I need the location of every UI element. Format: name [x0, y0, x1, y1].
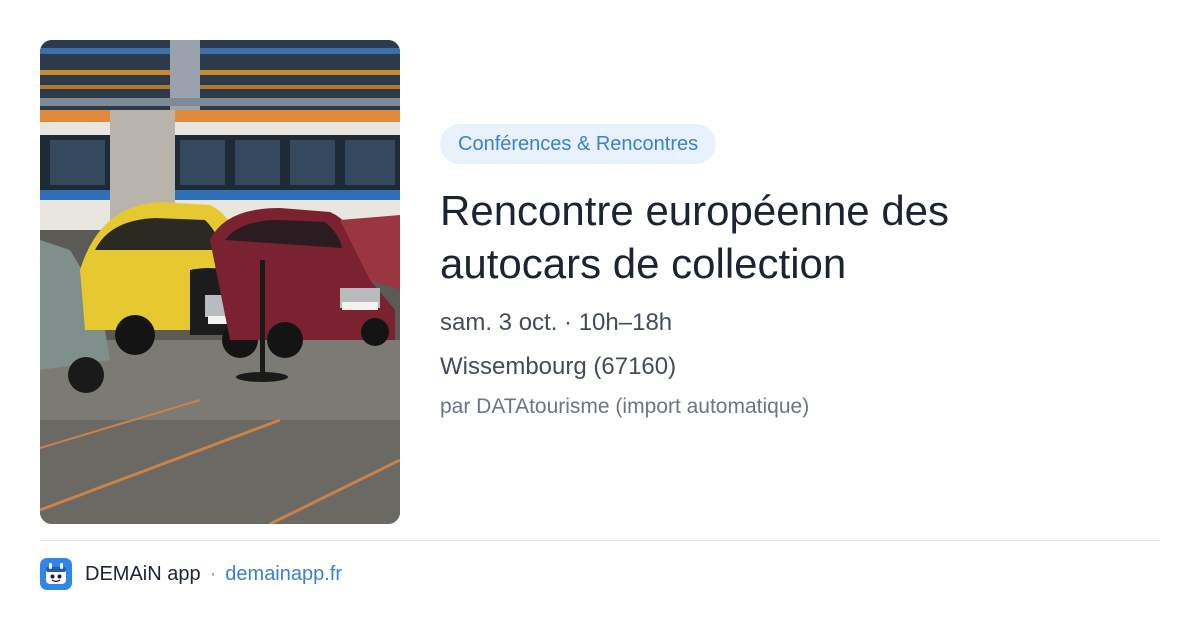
event-photo	[40, 40, 400, 524]
event-info: Conférences & Rencontres Rencontre europ…	[440, 124, 1160, 420]
app-name: DEMAiN app	[85, 562, 201, 585]
event-location: Wissembourg (67160)	[440, 353, 677, 380]
category-badge[interactable]: Conférences & Rencontres	[440, 124, 717, 164]
footer-separator: ·	[209, 562, 217, 585]
event-source: par DATAtourisme (import automatique)	[440, 395, 810, 418]
demain-app-icon[interactable]	[40, 558, 72, 590]
event-datetime: sam. 3 oct. · 10h–18h	[440, 309, 673, 336]
app-url-link[interactable]: demainapp.fr	[225, 563, 342, 586]
event-share-card: Conférences & Rencontres Rencontre europ…	[0, 0, 1200, 630]
footer: DEMAiN app · demainapp.fr	[40, 558, 342, 590]
footer-divider	[40, 540, 1160, 541]
event-title-line-1: Rencontre européenne des	[440, 187, 950, 234]
event-title[interactable]: Rencontre européenne des autocars de col…	[440, 184, 1160, 290]
event-title-line-2: autocars de collection	[440, 240, 847, 287]
